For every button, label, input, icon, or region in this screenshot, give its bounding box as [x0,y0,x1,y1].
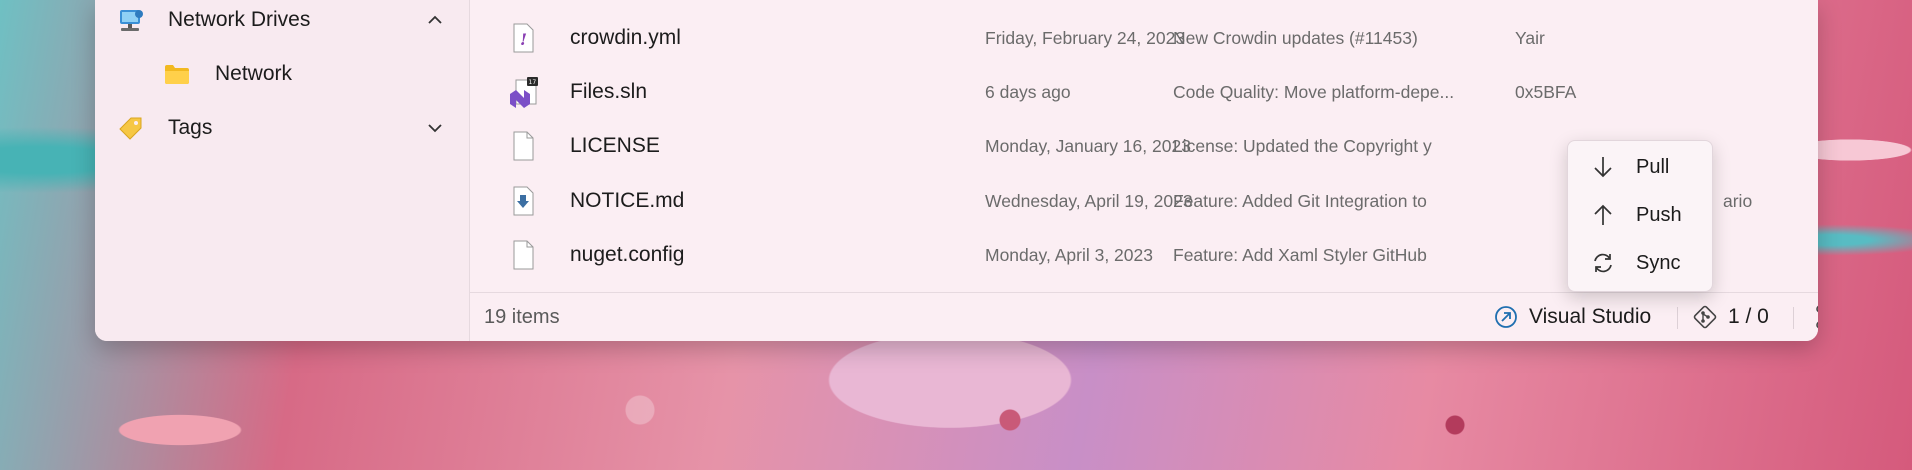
arrow-up-icon [1590,202,1616,228]
open-in-label: Visual Studio [1529,305,1652,328]
commit-author: 0x5BFA [1515,81,1577,102]
pull-menu-item[interactable]: Pull [1572,145,1708,189]
file-date: Friday, February 24, 2023 [985,27,1186,48]
item-count: 19 items [484,306,560,328]
sync-counts: 1 / 0 [1728,305,1769,328]
sync-label: Sync [1636,251,1681,274]
commit-author: Yair [1515,27,1545,48]
divider [1793,307,1794,329]
file-row[interactable]: ! crowdin.yml Friday, February 24, 2023 … [470,11,1818,65]
file-explorer-window: Network Drives Network Tags ! crowdin.ym… [95,0,1818,341]
push-label: Push [1636,203,1682,226]
git-sync-button[interactable]: 1 / 0 [1692,302,1769,332]
arrow-down-icon [1590,154,1616,180]
folder-icon [163,60,191,88]
file-name: NOTICE.md [570,189,685,212]
file-date: Monday, January 16, 2023 [985,135,1191,156]
file-name: nuget.config [570,243,685,266]
sidebar-item-label: Network Drives [168,8,311,31]
sidebar-item-network[interactable]: Network [95,51,470,97]
commit-message: New Crowdin updates (#11453) [1173,27,1418,48]
sync-menu-item[interactable]: Sync [1572,241,1708,285]
sidebar: Network Drives Network Tags [95,0,470,341]
commit-author: ario [1723,190,1753,211]
sidebar-item-network-drives[interactable]: Network Drives [95,0,470,43]
yaml-file-icon: ! [508,22,538,54]
markdown-file-icon [508,185,538,217]
svg-text:17: 17 [529,79,537,86]
blank-file-icon [508,130,538,162]
commit-message: Feature: Add Xaml Styler GitHub [1173,244,1427,265]
divider [1677,307,1678,329]
branch-selector[interactable]: dev [1813,302,1818,332]
visual-studio-solution-icon: 17 [508,76,538,108]
file-date: Monday, April 3, 2023 [985,244,1153,265]
git-branch-icon [1813,304,1818,330]
open-external-icon [1493,304,1519,330]
file-date: 6 days ago [985,81,1071,102]
git-flyout-menu: Pull Push Sync [1567,140,1713,292]
pull-label: Pull [1636,155,1670,178]
file-name: LICENSE [570,134,660,157]
svg-text:!: ! [520,30,527,49]
commit-message: License: Updated the Copyright y [1173,135,1432,156]
file-name: Files.sln [570,80,648,103]
network-drive-icon [117,6,145,34]
chevron-up-icon[interactable] [423,8,447,32]
commit-message: Feature: Added Git Integration to [1173,190,1427,211]
sidebar-item-tags[interactable]: Tags [95,105,470,151]
file-row[interactable]: 17 Files.sln 6 days ago Code Quality: Mo… [470,65,1818,119]
commit-message: Code Quality: Move platform-depe... [1173,81,1455,102]
blank-file-icon [508,239,538,271]
status-bar: 19 items Visual Studio 1 / 0 [470,292,1818,341]
chevron-down-icon[interactable] [423,116,447,140]
file-date: Wednesday, April 19, 2023 [985,190,1193,211]
tag-icon [117,114,145,142]
git-icon [1692,304,1718,330]
push-menu-item[interactable]: Push [1572,193,1708,237]
file-name: crowdin.yml [570,26,681,49]
sidebar-item-label: Tags [168,116,213,139]
sidebar-item-label: Network [215,62,293,85]
sync-icon [1590,250,1616,276]
open-in-ide-button[interactable]: Visual Studio [1493,302,1651,332]
